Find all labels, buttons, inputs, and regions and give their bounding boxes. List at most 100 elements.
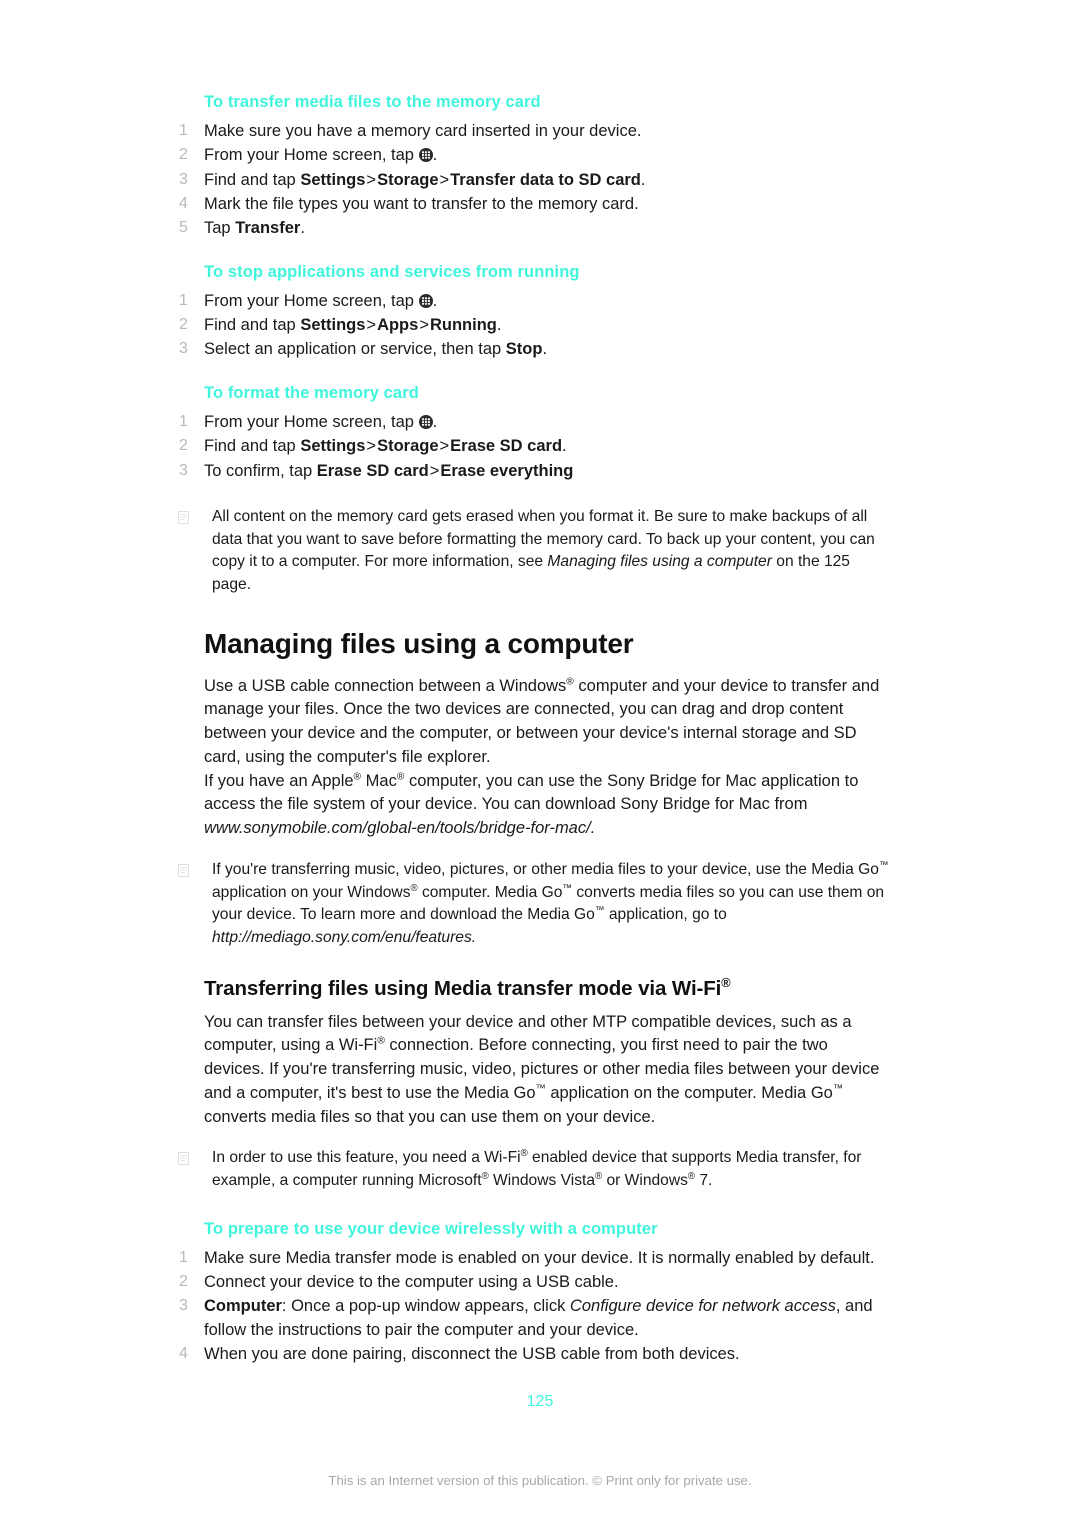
app-drawer-icon xyxy=(418,293,433,308)
step-item: From your Home screen, tap . xyxy=(176,290,892,313)
step-text: Tap xyxy=(204,219,236,238)
procedure-heading-transfer-media: To transfer media files to the memory ca… xyxy=(204,93,541,111)
para-text-b: Mac xyxy=(361,771,397,790)
step-text: Make sure you have a memory card inserte… xyxy=(204,121,642,140)
steps-prepare-wireless: Make sure Media transfer mode is enabled… xyxy=(176,1247,892,1367)
ui-path-settings: Settings xyxy=(300,316,366,335)
note-media-go: If you're transferring music, video, pic… xyxy=(176,859,892,950)
app-drawer-icon xyxy=(418,414,433,429)
ui-path-transfer-data: Transfer data to SD card xyxy=(450,170,641,189)
step-text-pre: : Once a pop-up window appears, click xyxy=(281,1297,570,1316)
trademark-mark-icon: ™ xyxy=(878,859,889,871)
trademark-mark-icon: ™ xyxy=(832,1083,844,1095)
step-item: Connect your device to the computer usin… xyxy=(176,1271,892,1294)
sony-bridge-url: www.sonymobile.com/global-en/tools/bridg… xyxy=(204,819,596,838)
page-number: 125 xyxy=(526,1393,554,1410)
ui-path-apps: Apps xyxy=(377,316,419,335)
step-text-end: . xyxy=(562,437,567,456)
step-item: Make sure you have a memory card inserte… xyxy=(176,120,892,143)
path-separator: > xyxy=(429,461,440,480)
step-text-end: . xyxy=(432,146,438,165)
step-item: Find and tap Settings>Storage>Erase SD c… xyxy=(176,435,892,458)
note-text-c: computer. Media Go xyxy=(417,883,563,901)
step-text-end: . xyxy=(542,340,548,359)
trademark-mark-icon: ™ xyxy=(594,905,605,917)
paragraph-sony-bridge: If you have an Apple® Mac® computer, you… xyxy=(204,770,892,841)
path-separator: > xyxy=(439,170,450,189)
paragraph-wifi-transfer: You can transfer files between your devi… xyxy=(204,1011,892,1130)
steps-transfer-media: Make sure you have a memory card inserte… xyxy=(176,120,892,241)
registered-mark-icon: ® xyxy=(566,676,574,688)
note-icon xyxy=(178,1152,189,1166)
ui-label-stop: Stop xyxy=(505,340,543,359)
registered-mark-icon: ® xyxy=(687,1170,696,1182)
subsection-title-text: Transferring files using Media transfer … xyxy=(204,976,722,1000)
step-item: From your Home screen, tap . xyxy=(176,411,892,434)
para-text-d: converts media files so that you can use… xyxy=(204,1107,656,1126)
step-text: From your Home screen, tap xyxy=(204,412,414,431)
para-text-a: If you have an Apple xyxy=(204,771,354,790)
step-text: From your Home screen, tap xyxy=(204,146,414,165)
registered-mark-icon: ® xyxy=(410,882,418,894)
registered-mark-icon: ® xyxy=(721,975,731,991)
note-text-b: application on your Windows xyxy=(212,883,411,901)
media-go-url: http://mediago.sony.com/enu/features. xyxy=(212,929,477,947)
step-text-end: . xyxy=(640,170,646,189)
step-text-end: . xyxy=(432,291,438,310)
registered-mark-icon: ® xyxy=(377,1035,385,1047)
step-text: Find and tap xyxy=(204,437,301,456)
steps-format-card: From your Home screen, tap . Find and ta… xyxy=(176,411,892,483)
step-text-end: . xyxy=(300,219,305,238)
trademark-mark-icon: ™ xyxy=(562,882,573,894)
step-item: When you are done pairing, disconnect th… xyxy=(176,1343,892,1366)
ui-option-configure-device: Configure device for network access xyxy=(569,1297,836,1316)
ui-path-running: Running xyxy=(429,316,497,335)
page-title: Managing files using a computer xyxy=(204,628,634,659)
note-text-e: 7. xyxy=(695,1172,713,1190)
registered-mark-icon: ® xyxy=(481,1170,489,1182)
procedure-heading-prepare-wireless: To prepare to use your device wirelessly… xyxy=(204,1219,658,1238)
ui-path-settings: Settings xyxy=(300,170,366,189)
registered-mark-icon: ® xyxy=(353,771,362,783)
paragraph-usb-connection: Use a USB cable connection between a Win… xyxy=(204,675,892,770)
manual-page: To transfer media files to the memory ca… xyxy=(0,0,1080,1527)
step-item: Computer: Once a pop-up window appears, … xyxy=(176,1295,892,1342)
step-text-end: . xyxy=(496,316,502,335)
step-text: Select an application or service, then t… xyxy=(204,340,506,359)
path-separator: > xyxy=(419,316,429,335)
ui-label-transfer: Transfer xyxy=(235,219,301,238)
note-icon xyxy=(178,863,189,877)
step-item: Find and tap Settings>Storage>Transfer d… xyxy=(176,169,892,192)
ui-label-computer: Computer xyxy=(204,1297,282,1316)
procedure-heading-stop-apps: To stop applications and services from r… xyxy=(204,262,580,281)
path-separator: > xyxy=(366,437,377,456)
step-item: Make sure Media transfer mode is enabled… xyxy=(176,1247,892,1270)
ui-path-erase-sd-card: Erase SD card xyxy=(450,437,563,456)
app-drawer-icon xyxy=(418,148,433,163)
step-text: Find and tap xyxy=(204,316,301,335)
note-icon xyxy=(178,510,189,524)
ui-path-storage: Storage xyxy=(377,437,439,456)
step-text: Mark the file types you want to transfer… xyxy=(204,195,639,214)
step-text: From your Home screen, tap xyxy=(204,291,414,310)
note-text-e: application, go to xyxy=(604,906,727,924)
step-item: From your Home screen, tap . xyxy=(176,144,892,167)
step-text: Connect your device to the computer usin… xyxy=(204,1273,619,1291)
path-separator: > xyxy=(439,437,450,456)
step-item: Tap Transfer. xyxy=(176,217,892,240)
note-format-card: All content on the memory card gets eras… xyxy=(176,506,892,597)
para-text-c: application on the computer. Media Go xyxy=(545,1083,833,1102)
step-item: Mark the file types you want to transfer… xyxy=(176,193,892,216)
step-text: Find and tap xyxy=(204,170,301,189)
ui-label-erase-sd-card: Erase SD card xyxy=(316,461,429,480)
step-item: Find and tap Settings>Apps>Running. xyxy=(176,314,892,337)
note-text-a: In order to use this feature, you need a… xyxy=(212,1149,521,1167)
step-text: When you are done pairing, disconnect th… xyxy=(204,1345,740,1364)
note-wifi-requirements: In order to use this feature, you need a… xyxy=(176,1147,892,1193)
step-text: Make sure Media transfer mode is enabled… xyxy=(204,1248,875,1267)
para-text-a: Use a USB cable connection between a Win… xyxy=(204,676,567,695)
registered-mark-icon: ® xyxy=(520,1148,528,1160)
page-content: To transfer media files to the memory ca… xyxy=(176,92,892,1368)
note-text-d: or Windows xyxy=(602,1172,688,1190)
ui-path-settings: Settings xyxy=(300,437,366,456)
